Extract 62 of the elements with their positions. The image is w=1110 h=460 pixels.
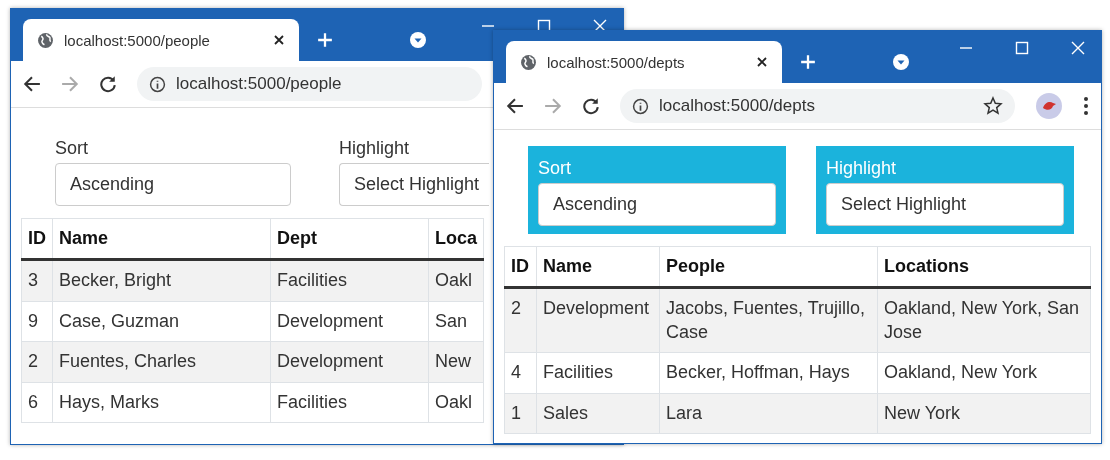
table-cell: Oakl: [428, 259, 484, 302]
browser-tab[interactable]: localhost:5000/depts: [506, 41, 782, 83]
table-cell: Case, Guzman: [52, 301, 271, 342]
address-bar[interactable]: localhost:5000/depts: [620, 89, 1015, 123]
star-icon[interactable]: [983, 96, 1003, 116]
table-cell: Oakland, New York, San Jose: [877, 287, 1091, 353]
table-cell: Oakland, New York: [877, 352, 1091, 394]
table-cell: Facilities: [536, 352, 660, 394]
back-arrow-icon[interactable]: [23, 75, 41, 93]
select-field[interactable]: Ascending: [55, 163, 291, 206]
close-icon[interactable]: [273, 34, 285, 46]
dropdown-icon[interactable]: [892, 53, 910, 71]
url-text: localhost:5000/people: [176, 74, 343, 94]
table-cell: 2: [21, 341, 53, 383]
select-field[interactable]: Select Highlight: [339, 163, 489, 206]
table-cell: Development: [536, 287, 660, 353]
table-cell: Lara: [659, 393, 878, 434]
table-cell: 6: [21, 382, 53, 423]
table-cell: Becker, Hoffman, Hays: [659, 352, 878, 394]
new-tab-icon[interactable]: [317, 32, 333, 48]
table-cell: 3: [21, 259, 53, 302]
back-arrow-icon[interactable]: [506, 97, 524, 115]
reload-icon[interactable]: [99, 75, 117, 93]
table-cell: Jacobs, Fuentes, Trujillo, Case: [659, 287, 878, 353]
table-cell: 4: [504, 352, 537, 394]
browser-tab[interactable]: localhost:5000/people: [23, 19, 299, 61]
table-cell: Facilities: [270, 382, 429, 423]
table-cell: 2: [504, 287, 537, 353]
field-label: Highlight: [826, 158, 898, 179]
info-icon: [632, 97, 649, 115]
menu-icon[interactable]: [1083, 96, 1089, 116]
table-cell: New York: [877, 393, 1091, 434]
globe-icon: [520, 53, 537, 71]
table-cell: New: [428, 341, 484, 383]
table-cell: Fuentes, Charles: [52, 341, 271, 383]
field-label: Sort: [538, 158, 572, 179]
table-cell: Development: [270, 301, 429, 342]
tab-title: localhost:5000/people: [64, 31, 211, 49]
url-text: localhost:5000/depts: [659, 96, 816, 116]
table-cell: 1: [504, 393, 537, 434]
table-cell: Oakl: [428, 382, 484, 423]
tab-title: localhost:5000/depts: [547, 53, 686, 71]
maximize-icon[interactable]: [1015, 41, 1029, 55]
info-icon: [149, 75, 166, 93]
table-cell: Facilities: [270, 259, 429, 302]
table-cell: San: [428, 301, 484, 342]
table-cell: 9: [21, 301, 53, 342]
globe-icon: [37, 31, 54, 49]
profile-avatar-icon[interactable]: [1035, 92, 1063, 120]
select-field[interactable]: Select Highlight: [826, 183, 1064, 226]
table-cell: Becker, Bright: [52, 259, 271, 302]
table-cell: Hays, Marks: [52, 382, 271, 423]
reload-icon[interactable]: [582, 97, 600, 115]
field-label: Highlight: [339, 138, 411, 159]
new-tab-icon[interactable]: [800, 54, 816, 70]
close-icon[interactable]: [756, 56, 768, 68]
select-field[interactable]: Ascending: [538, 183, 776, 226]
field-label: Sort: [55, 138, 89, 159]
table-cell: Sales: [536, 393, 660, 434]
dropdown-icon[interactable]: [409, 31, 427, 49]
table-cell: Development: [270, 341, 429, 383]
address-bar[interactable]: localhost:5000/people: [137, 67, 482, 101]
